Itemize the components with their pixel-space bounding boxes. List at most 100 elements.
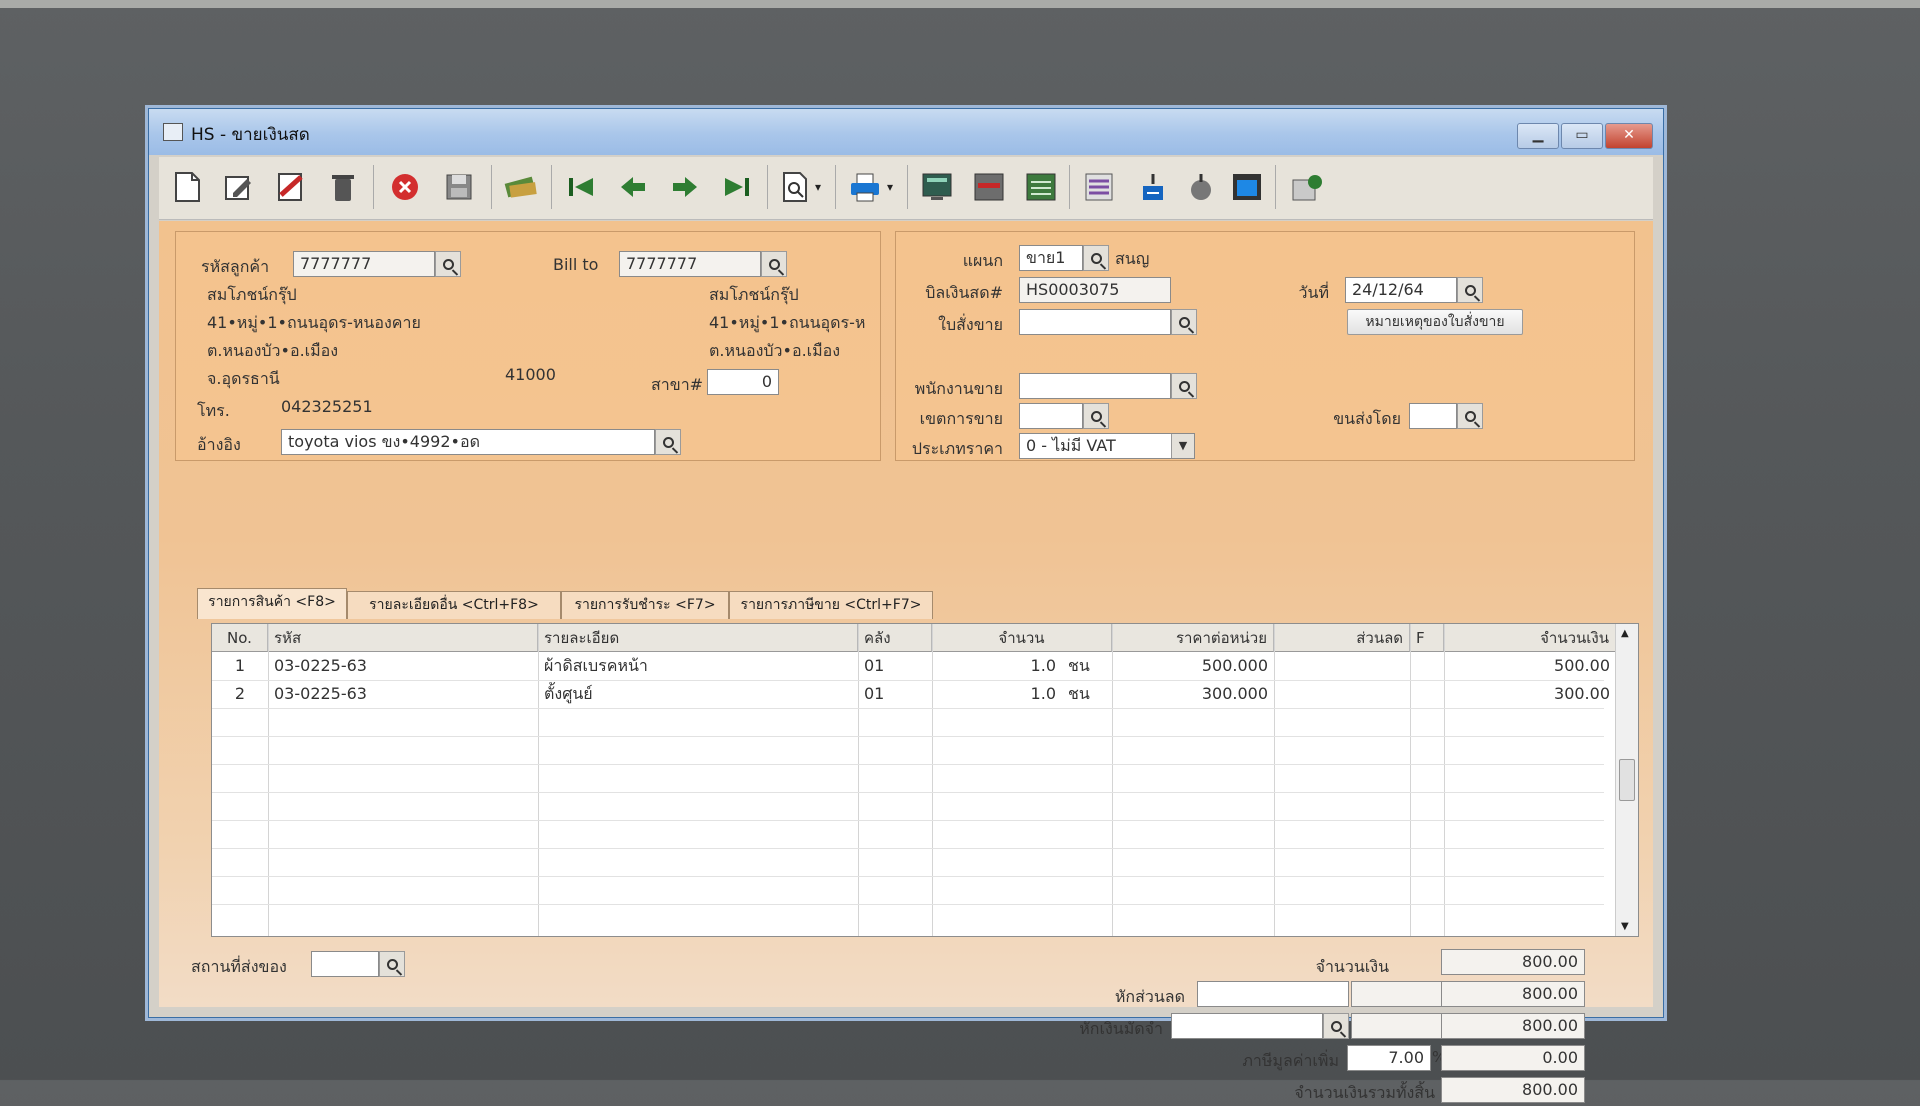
cash-bill-label: บิลเงินสด#: [925, 283, 1003, 302]
column-header-unit-price[interactable]: ราคาต่อหน่วย: [1112, 624, 1274, 652]
close-button[interactable]: ✕: [1605, 123, 1653, 149]
billto-label: Bill to: [553, 255, 599, 274]
billto-search-icon[interactable]: [761, 251, 787, 277]
after-deposit-field: 800.00: [1441, 1013, 1585, 1039]
delete-trash-icon[interactable]: [323, 167, 363, 207]
print-dropdown-icon[interactable]: ▾: [881, 167, 899, 207]
reference-search-icon[interactable]: [655, 429, 681, 455]
salesperson-search-icon[interactable]: [1171, 373, 1197, 399]
sales-zone-field[interactable]: [1019, 403, 1083, 429]
column-header-amount[interactable]: จำนวนเงิน: [1444, 624, 1616, 652]
department-name: สนญ: [1115, 249, 1150, 268]
cell-unit-price: 500.000: [1201, 656, 1268, 675]
telephone-value: 042325251: [281, 397, 373, 416]
reference-field[interactable]: toyota vios ขง•4992•อด: [281, 429, 655, 455]
after-discount-field: 800.00: [1441, 981, 1585, 1007]
so-list-icon[interactable]: [1021, 167, 1061, 207]
minimize-button[interactable]: ▁: [1517, 123, 1559, 149]
cell-no: 1: [234, 656, 246, 675]
sales-zone-search-icon[interactable]: [1083, 403, 1109, 429]
serial-list-icon[interactable]: [1079, 167, 1119, 207]
column-header-no[interactable]: No.: [212, 624, 268, 652]
column-header-description[interactable]: รายละเอียด: [538, 624, 858, 652]
telephone-label: โทร.: [197, 401, 230, 420]
sales-order-note-button[interactable]: หมายเหตุของใบสั่งขาย: [1347, 309, 1523, 335]
approve-ok-gray-icon[interactable]: [1181, 167, 1221, 207]
column-header-discount[interactable]: ส่วนลด: [1274, 624, 1410, 652]
column-header-code[interactable]: รหัส: [268, 624, 538, 652]
confirm-ok-icon[interactable]: [1227, 167, 1267, 207]
department-field[interactable]: ขาย1: [1019, 245, 1083, 271]
tab-payments[interactable]: รายการรับชำระ <F7>: [561, 591, 729, 619]
void-icon[interactable]: [271, 167, 311, 207]
report-screen-icon[interactable]: [917, 167, 957, 207]
date-picker-icon[interactable]: [1457, 277, 1483, 303]
salesperson-label: พนักงานขาย: [914, 379, 1003, 398]
last-record-icon[interactable]: [717, 167, 757, 207]
column-header-flag[interactable]: F: [1410, 624, 1444, 652]
cell-quantity: 1.0: [1030, 656, 1056, 675]
cancel-icon[interactable]: [385, 167, 425, 207]
shipping-field[interactable]: [1409, 403, 1457, 429]
vat-rate-field[interactable]: 7.00: [1347, 1045, 1431, 1071]
department-label: แผนก: [962, 251, 1003, 270]
next-record-icon[interactable]: [665, 167, 705, 207]
date-field[interactable]: 24/12/64: [1345, 277, 1457, 303]
cash-bill-number-field[interactable]: HS0003075: [1019, 277, 1171, 303]
cell-flag: [1410, 652, 1444, 680]
branch-field[interactable]: 0: [707, 369, 779, 395]
first-record-icon[interactable]: [561, 167, 601, 207]
cell-unit-price: 300.000: [1201, 684, 1268, 703]
vat-label: ภาษีมูลค่าเพิ่ม: [1242, 1051, 1339, 1070]
amount-label: จำนวนเงิน: [1315, 957, 1389, 976]
customer-code-label: รหัสลูกค้า: [201, 257, 270, 276]
export-icon[interactable]: [1287, 167, 1327, 207]
sales-order-field[interactable]: [1019, 309, 1171, 335]
tab-other-details[interactable]: รายละเอียดอื่น <Ctrl+F8>: [347, 591, 561, 619]
delivery-place-field[interactable]: [311, 951, 379, 977]
edit-icon[interactable]: [219, 167, 259, 207]
salesperson-field[interactable]: [1019, 373, 1171, 399]
cell-unit: ชน: [1068, 684, 1090, 703]
delivery-place-search-icon[interactable]: [379, 951, 405, 977]
chevron-down-icon[interactable]: ▼: [1171, 434, 1194, 458]
date-label: วันที่: [1298, 283, 1329, 302]
title-bar[interactable]: HS - ขายเงินสด ▁ ▭ ✕: [149, 109, 1663, 155]
cell-warehouse: 01: [864, 684, 885, 703]
new-document-icon[interactable]: [167, 167, 207, 207]
customer-search-icon[interactable]: [435, 251, 461, 277]
scroll-down-icon[interactable]: ▼: [1621, 921, 1629, 932]
print-icon[interactable]: [845, 167, 885, 207]
customer-address-line1: 41•หมู่•1•ถนนอุดร-หนองคาย: [207, 313, 421, 332]
payment-icon[interactable]: [501, 167, 541, 207]
sales-order-search-icon[interactable]: [1171, 309, 1197, 335]
search-dropdown-icon[interactable]: ▾: [809, 167, 827, 207]
save-icon[interactable]: [439, 167, 479, 207]
sales-order-label: ใบสั่งขาย: [938, 315, 1003, 334]
discount-input[interactable]: [1197, 981, 1349, 1007]
billto-code-field[interactable]: 7777777: [619, 251, 761, 277]
cash-drawer-icon[interactable]: [969, 167, 1009, 207]
scroll-thumb[interactable]: [1619, 759, 1635, 801]
previous-record-icon[interactable]: [613, 167, 653, 207]
tab-products[interactable]: รายการสินค้า <F8>: [197, 588, 347, 619]
maximize-button[interactable]: ▭: [1561, 123, 1603, 149]
table-scrollbar[interactable]: ▲ ▼: [1615, 624, 1638, 936]
delivery-place-label: สถานที่ส่งของ: [191, 957, 287, 976]
approve-ok-icon[interactable]: [1133, 167, 1173, 207]
column-header-warehouse[interactable]: คลัง: [858, 624, 932, 652]
cell-amount: 300.00: [1554, 684, 1610, 703]
shipping-search-icon[interactable]: [1457, 403, 1483, 429]
deposit-input[interactable]: [1171, 1013, 1323, 1039]
department-search-icon[interactable]: [1083, 245, 1109, 271]
column-header-quantity[interactable]: จำนวน: [932, 624, 1112, 652]
cash-sale-window: HS - ขายเงินสด ▁ ▭ ✕ ▾ ▾ รหัสลูกค้า 7777…: [148, 108, 1664, 1103]
deposit-search-icon[interactable]: [1323, 1013, 1349, 1039]
tab-sales-tax[interactable]: รายการภาษีขาย <Ctrl+F7>: [729, 591, 933, 619]
grand-total-field: 800.00: [1441, 1077, 1585, 1103]
cell-discount: [1274, 652, 1410, 680]
price-type-select[interactable]: 0 - ไม่มี VAT ▼: [1019, 433, 1195, 459]
discount-label: หักส่วนลด: [1114, 987, 1185, 1006]
customer-code-field[interactable]: 7777777: [293, 251, 435, 277]
scroll-up-icon[interactable]: ▲: [1621, 628, 1629, 639]
